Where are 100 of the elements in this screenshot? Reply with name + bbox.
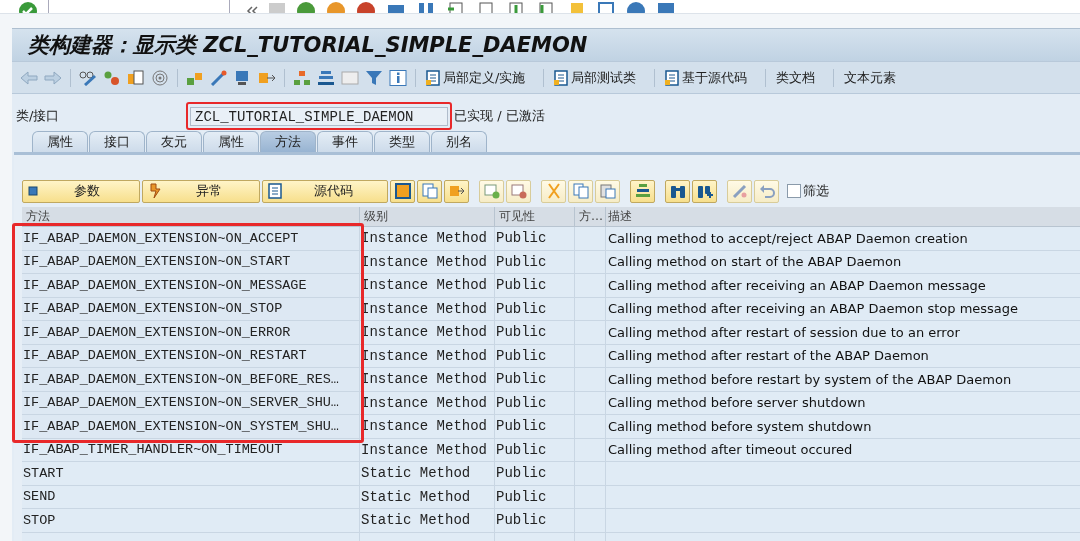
table-cell: Public xyxy=(495,368,575,391)
table-cell: Calling method after restart of the ABAP Daemon xyxy=(608,348,929,364)
table-cell: Public xyxy=(495,344,575,367)
tab[interactable]: 事件 xyxy=(317,131,373,152)
table-cell: IF_ABAP_DAEMON_EXTENSION~ON_SERVER_SHU… xyxy=(22,391,360,414)
document-icon xyxy=(554,69,570,86)
copy-object-icon[interactable] xyxy=(127,69,145,86)
table-cell: IF_ABAP_DAEMON_EXTENSION~ON_ACCEPT xyxy=(22,227,360,250)
info-icon[interactable] xyxy=(389,69,407,86)
table-cell: Calling method after receiving an ABAP Daemon stop message xyxy=(608,301,1019,317)
filter-icon[interactable] xyxy=(365,69,383,86)
magic-wand-icon[interactable] xyxy=(210,69,228,86)
table-cell: Public xyxy=(495,297,575,320)
wand-icon[interactable] xyxy=(727,179,752,203)
hierarchy-icon[interactable] xyxy=(293,69,311,86)
table-cell: Public xyxy=(495,250,575,273)
table-cell: SEND xyxy=(22,485,360,508)
document-icon xyxy=(426,69,441,86)
table-cell: Calling method after timeout occured xyxy=(608,442,853,458)
tab[interactable]: 类型 xyxy=(374,131,430,152)
class-input-field[interactable]: ZCL_TUTORIAL_SIMPLE_DAEMON xyxy=(190,107,448,127)
document-icon xyxy=(268,183,282,199)
table-cell: Instance Method xyxy=(360,250,495,273)
stack-icon[interactable] xyxy=(630,179,655,203)
table-cell: Public xyxy=(495,227,575,250)
tab[interactable]: 别名 xyxy=(431,131,487,152)
table-cell: Instance Method xyxy=(360,274,495,297)
table-cell: Public xyxy=(495,462,575,485)
table-cell: Calling method before server shutdown xyxy=(608,395,866,411)
table-cell: Instance Method xyxy=(360,344,495,367)
table-cell: Instance Method xyxy=(360,227,495,250)
table-cell: Calling method after receiving an ABAP Daemon message xyxy=(608,277,986,293)
table-cell: Calling method on start of the ABAP Daemon xyxy=(608,254,902,270)
spiral-icon[interactable] xyxy=(151,69,169,86)
table-cell: STOP xyxy=(22,509,360,532)
binoculars-plus-icon[interactable] xyxy=(692,179,717,203)
table-cell: Calling method after restart of session due to an error xyxy=(608,324,960,340)
tab[interactable]: 属性 xyxy=(203,131,259,152)
table-cell: Instance Method xyxy=(360,415,495,438)
table-cell: START xyxy=(22,462,360,485)
document-icon xyxy=(665,69,681,86)
stack-icon[interactable] xyxy=(317,69,335,86)
table-cell: IF_ABAP_DAEMON_EXTENSION~ON_SYSTEM_SHU… xyxy=(22,415,360,438)
lightning-icon xyxy=(148,183,162,199)
table-cell: Public xyxy=(495,321,575,344)
undo-icon[interactable] xyxy=(754,179,779,203)
table-cell: IF_ABAP_DAEMON_EXTENSION~ON_RESTART xyxy=(22,344,360,367)
table-cell: IF_ABAP_DAEMON_EXTENSION~ON_STOP xyxy=(22,297,360,320)
table-cell: Public xyxy=(495,391,575,414)
toolbar-button[interactable]: 局部定义/实施 xyxy=(424,66,536,89)
table-cell: Static Method xyxy=(360,485,495,508)
table-cell: Public xyxy=(495,485,575,508)
toolbar-button[interactable]: 源代码 xyxy=(262,179,388,203)
toolbar-button[interactable]: 异常 xyxy=(142,179,260,203)
delete-row-icon[interactable] xyxy=(506,179,531,203)
tab[interactable]: 方法 xyxy=(260,131,316,152)
table-cell: Instance Method xyxy=(360,321,495,344)
objects-icon[interactable] xyxy=(103,69,121,86)
window-title: 类构建器：显示类 ZCL_TUTORIAL_SIMPLE_DAEMON xyxy=(28,32,588,59)
table-cell: IF_ABAP_TIMER_HANDLER~ON_TIMEOUT xyxy=(22,438,360,461)
table-cell: Instance Method xyxy=(360,368,495,391)
toolbar-button[interactable]: 局部测试类 xyxy=(552,66,647,89)
insert-row-icon[interactable] xyxy=(479,179,504,203)
binoculars-icon[interactable] xyxy=(665,179,690,203)
tab[interactable]: 友元 xyxy=(146,131,202,152)
export-icon[interactable] xyxy=(444,179,469,203)
toolbar-button[interactable]: 参数 xyxy=(22,179,140,203)
table-cell: Calling method before restart by system of the ABAP Daemon xyxy=(608,371,1012,387)
tab[interactable]: 属性 xyxy=(32,131,88,152)
square-icon xyxy=(28,186,38,196)
field-label: 类/接口 xyxy=(15,107,61,125)
table-cell: IF_ABAP_DAEMON_EXTENSION~ON_ERROR xyxy=(22,321,360,344)
tab[interactable]: 接口 xyxy=(89,131,145,152)
table-cell: IF_ABAP_DAEMON_EXTENSION~ON_BEFORE_RES… xyxy=(22,368,360,391)
copy-icon[interactable] xyxy=(568,179,593,203)
table-cell: Calling method before system shutdown xyxy=(608,418,872,434)
table-cell: Public xyxy=(495,274,575,297)
table-cell: Instance Method xyxy=(360,438,495,461)
column-header[interactable]: 级别 xyxy=(360,207,495,226)
table-cell: Static Method xyxy=(360,509,495,532)
filter-checkbox[interactable] xyxy=(787,184,801,198)
table-cell: IF_ABAP_DAEMON_EXTENSION~ON_START xyxy=(22,250,360,273)
column-header[interactable]: 方… xyxy=(575,207,606,226)
status-text: 已实现 / 已激活 xyxy=(454,107,545,125)
table-cell: Static Method xyxy=(360,462,495,485)
toolbar-button[interactable]: 文本元素 xyxy=(842,66,907,89)
scissors-icon[interactable] xyxy=(541,179,566,203)
table-cell: Instance Method xyxy=(360,391,495,414)
column-header[interactable]: 可见性 xyxy=(495,207,575,226)
toolbar-button[interactable]: 基于源代码 xyxy=(663,66,758,89)
table-cell: Public xyxy=(495,415,575,438)
table-cell: Instance Method xyxy=(360,297,495,320)
column-header[interactable]: 方法 xyxy=(22,207,360,226)
glasses-pencil-icon[interactable] xyxy=(79,69,97,86)
paste-icon[interactable] xyxy=(595,179,620,203)
table-cell: Public xyxy=(495,509,575,532)
table-cell: Public xyxy=(495,438,575,461)
toolbar-button[interactable]: 类文档 xyxy=(774,66,826,89)
column-header[interactable]: 描述 xyxy=(606,207,1080,226)
table-cell: IF_ABAP_DAEMON_EXTENSION~ON_MESSAGE xyxy=(22,274,360,297)
